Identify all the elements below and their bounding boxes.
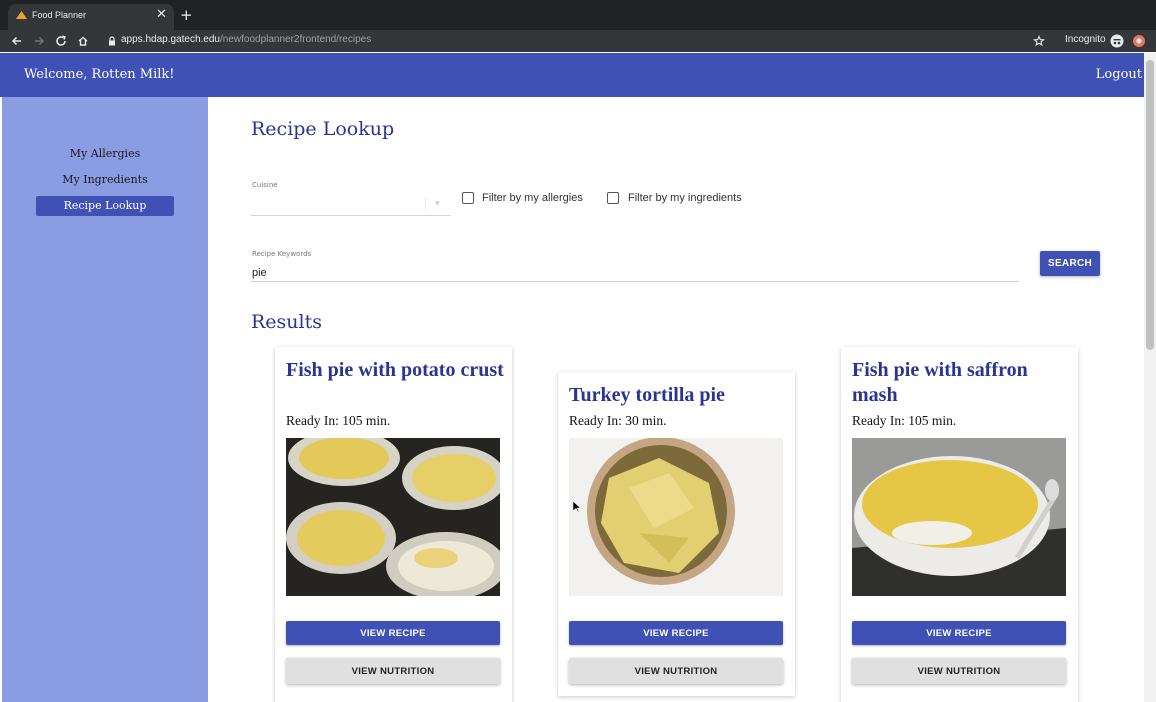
tab-close-icon[interactable]: ✕ — [156, 7, 167, 22]
cuisine-separator — [425, 198, 426, 210]
address-bar[interactable]: apps.hdap.gatech.edu/newfoodplanner2fron… — [121, 34, 371, 45]
tab-title: Food Planner — [32, 10, 87, 20]
logout-link[interactable]: Logout — [1096, 67, 1142, 82]
filter-allergies-checkbox[interactable] — [462, 192, 474, 204]
bookmark-star-icon[interactable] — [1031, 33, 1047, 49]
recipe-photo-fish-pie-icon — [286, 438, 500, 596]
recipe-ready-time: Ready In: 30 min. — [569, 413, 667, 428]
url-path: /newfoodplanner2frontend/recipes — [219, 34, 372, 45]
recipe-card: Fish pie with saffron mash Ready In: 105… — [841, 347, 1078, 702]
search-button[interactable]: SEARCH — [1040, 251, 1100, 276]
cuisine-select[interactable] — [251, 194, 451, 216]
recipe-photo-tortilla-pie-icon — [569, 438, 783, 596]
sidebar-item-recipe-lookup[interactable]: Recipe Lookup — [36, 196, 174, 216]
recipe-title: Fish pie with saffron mash — [852, 359, 1028, 406]
food-planner-favicon-icon — [16, 11, 27, 19]
forward-icon[interactable] — [31, 33, 47, 49]
app-header: Welcome, Rotten Milk! Logout — [0, 53, 1156, 97]
incognito-label: Incognito — [1065, 34, 1106, 45]
home-icon[interactable] — [75, 33, 91, 49]
new-tab-icon[interactable]: + — [180, 6, 193, 24]
recipe-ready-time: Ready In: 105 min. — [286, 413, 391, 428]
sidebar-item-my-allergies[interactable]: My Allergies — [36, 144, 174, 164]
profile-menu-icon[interactable] — [1131, 33, 1147, 49]
recipe-photo-saffron-fish-pie-icon — [852, 438, 1066, 596]
view-recipe-button[interactable]: VIEW RECIPE — [286, 621, 500, 645]
view-nutrition-button[interactable]: VIEW NUTRITION — [569, 658, 783, 684]
keywords-label: Recipe Keywords — [252, 250, 312, 258]
filter-allergies-label[interactable]: Filter by my allergies — [482, 192, 583, 204]
recipe-card: Fish pie with potato crust Ready In: 105… — [275, 347, 512, 702]
browser-toolbar: apps.hdap.gatech.edu/newfoodplanner2fron… — [0, 30, 1156, 52]
incognito-icon[interactable] — [1109, 33, 1125, 49]
recipe-image — [286, 438, 500, 596]
recipe-image — [852, 438, 1066, 596]
browser-tab-bar: Food Planner ✕ + — [0, 0, 1156, 30]
recipe-card: Turkey tortilla pie Ready In: 30 min. VI… — [558, 372, 795, 696]
scrollbar-thumb[interactable] — [1146, 60, 1154, 350]
sidebar-item-my-ingredients[interactable]: My Ingredients — [36, 170, 174, 190]
view-nutrition-button[interactable]: VIEW NUTRITION — [852, 658, 1066, 684]
reload-icon[interactable] — [53, 33, 69, 49]
welcome-message: Welcome, Rotten Milk! — [24, 67, 175, 82]
view-recipe-button[interactable]: VIEW RECIPE — [852, 621, 1066, 645]
mouse-cursor-icon — [573, 501, 581, 513]
browser-tab[interactable]: Food Planner ✕ — [8, 4, 174, 30]
recipe-ready-time: Ready In: 105 min. — [852, 413, 957, 428]
chevron-down-icon[interactable]: ▼ — [435, 200, 440, 207]
recipe-title: Turkey tortilla pie — [569, 384, 725, 406]
url-host: apps.hdap.gatech.edu — [121, 34, 220, 45]
results-title: Results — [251, 311, 322, 333]
back-icon[interactable] — [9, 33, 25, 49]
filter-ingredients-checkbox[interactable] — [607, 192, 619, 204]
recipe-title: Fish pie with potato crust — [286, 359, 504, 381]
keywords-input[interactable] — [251, 264, 1019, 282]
lock-icon — [109, 36, 115, 46]
sidebar: My Allergies My Ingredients Recipe Looku… — [2, 97, 208, 702]
page-title: Recipe Lookup — [251, 118, 395, 140]
view-recipe-button[interactable]: VIEW RECIPE — [569, 621, 783, 645]
cuisine-label: Cuisine — [252, 181, 278, 189]
view-nutrition-button[interactable]: VIEW NUTRITION — [286, 658, 500, 684]
filter-ingredients-label[interactable]: Filter by my ingredients — [628, 192, 742, 204]
recipe-image — [569, 438, 783, 596]
